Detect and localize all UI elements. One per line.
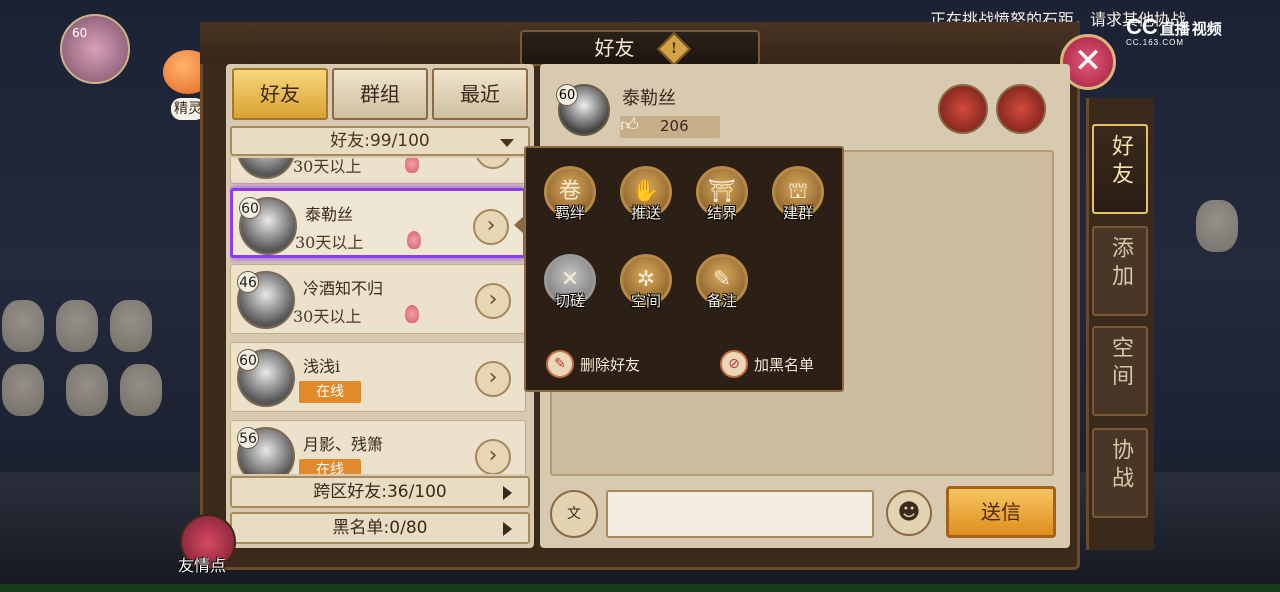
menu-label: 空间: [630, 292, 661, 310]
friend-level: 60: [237, 349, 259, 371]
menu-label: 建群: [782, 204, 813, 222]
friend-detail-button[interactable]: ›: [475, 361, 511, 397]
delete-icon: ✎: [546, 350, 574, 378]
bg-lantern: [110, 300, 152, 352]
friendship-point-label: 友情点: [178, 556, 227, 575]
menu-label: 备注: [706, 292, 737, 310]
blacklist-label: 黑名单:0/80: [332, 518, 428, 538]
cc-extra: 视频: [1191, 21, 1222, 38]
tab-friends[interactable]: 好友: [232, 68, 328, 120]
friend-name: 浅浅i: [303, 357, 341, 376]
menu-label: 羁绊: [554, 204, 585, 222]
tab-groups[interactable]: 群组: [332, 68, 428, 120]
gift-bag-icon[interactable]: [938, 84, 988, 134]
side-tab-friends[interactable]: 好友: [1092, 124, 1148, 214]
gift-bag-icon[interactable]: [996, 84, 1046, 134]
emoji-button[interactable]: ☻: [886, 490, 932, 536]
friend-level: 56: [237, 427, 259, 449]
side-tab-label: 空间: [1108, 336, 1133, 392]
friend-list[interactable]: 30天以上 › 60 泰勒丝 30天以上 › 46 冷酒知不归 30天以上 › …: [230, 158, 528, 474]
player-level: 60: [72, 26, 88, 40]
bottom-strip: [0, 584, 1280, 592]
friend-level: 46: [237, 271, 259, 293]
menu-barrier[interactable]: ⛩ 结界: [692, 166, 752, 236]
friend-status: 30天以上: [293, 158, 362, 176]
friend-group-label: 好友:99/100: [330, 131, 430, 151]
friend-group-dropdown[interactable]: 好友:99/100: [230, 126, 530, 156]
friend-name: 冷酒知不归: [303, 279, 384, 298]
cross-server-label: 跨区好友:36/100: [313, 482, 447, 502]
menu-create-group[interactable]: ⛫ 建群: [768, 166, 828, 236]
friend-detail-button[interactable]: ›: [473, 209, 509, 245]
side-tab-label: 协战: [1108, 438, 1133, 494]
send-button[interactable]: 送信: [946, 486, 1056, 538]
menu-bond[interactable]: 卷 羁绊: [540, 166, 600, 236]
friend-name: 月影、残箫: [303, 435, 384, 454]
cc-watermark-logo: CC 直播 视频 CC.163.COM: [1126, 14, 1222, 47]
online-badge: 在线: [299, 459, 361, 474]
side-tab-label: 好友: [1108, 134, 1133, 190]
menu-label: 切磋: [554, 292, 585, 310]
cc-brand: CC: [1126, 14, 1158, 39]
chat-friend-name: 泰勒丝: [622, 88, 676, 109]
friend-row[interactable]: 56 月影、残箫 在线 ›: [230, 420, 526, 474]
side-tab-coop[interactable]: 协战: [1092, 428, 1148, 518]
bg-lantern: [120, 364, 162, 416]
cc-domain: CC.163.COM: [1126, 38, 1185, 47]
popup-pointer: [514, 216, 524, 234]
menu-note[interactable]: ✎ 备注: [692, 254, 752, 324]
flower-icon: [407, 231, 421, 249]
chevron-right-icon: [503, 522, 512, 536]
block-icon: ⊘: [720, 350, 748, 378]
friend-row-selected[interactable]: 60 泰勒丝 30天以上 ›: [230, 188, 526, 258]
chevron-right-icon: [503, 486, 512, 500]
friend-row[interactable]: 30天以上 ›: [230, 158, 526, 184]
like-count: 206: [660, 117, 689, 135]
side-tab-label: 添加: [1108, 236, 1133, 292]
panel-title: 好友: [594, 36, 635, 60]
friend-name: 泰勒丝: [305, 205, 354, 224]
tab-recent[interactable]: 最近: [432, 68, 528, 120]
friend-row[interactable]: 60 浅浅i 在线 ›: [230, 342, 526, 412]
menu-space[interactable]: ✲ 空间: [616, 254, 676, 324]
friend-row[interactable]: 46 冷酒知不归 30天以上 ›: [230, 264, 526, 334]
flower-icon: [405, 158, 419, 173]
bg-lantern: [66, 364, 108, 416]
friend-level: 60: [239, 197, 261, 219]
menu-push[interactable]: ✋ 推送: [616, 166, 676, 236]
friend-detail-button[interactable]: ›: [475, 283, 511, 319]
friend-status: 30天以上: [295, 233, 364, 252]
chevron-down-icon: [500, 139, 514, 147]
friend-avatar: [237, 158, 295, 179]
add-blacklist-label: 加黑名单: [754, 356, 815, 374]
voice-input-button[interactable]: 文: [550, 490, 598, 538]
menu-label: 结界: [706, 204, 737, 222]
player-avatar[interactable]: 60: [60, 14, 130, 84]
friend-status: 30天以上: [293, 307, 362, 326]
chat-friend-level: 60: [556, 84, 578, 106]
online-badge: 在线: [299, 381, 361, 403]
menu-label: 推送: [630, 204, 661, 222]
bg-lantern: [1196, 200, 1238, 252]
cross-server-friends-button[interactable]: 跨区好友:36/100: [230, 476, 530, 508]
side-tab-add[interactable]: 添加: [1092, 226, 1148, 316]
bg-lantern: [2, 364, 44, 416]
flower-icon: [405, 305, 419, 323]
voice-text-toggle: 文: [567, 506, 581, 522]
panel-title-tab: 好友 !: [520, 30, 760, 66]
bg-lantern: [2, 300, 44, 352]
thumbs-up-icon[interactable]: 👍︎: [620, 114, 639, 136]
bg-lantern: [56, 300, 98, 352]
menu-duel[interactable]: ✕ 切磋: [540, 254, 600, 324]
blacklist-button[interactable]: 黑名单:0/80: [230, 512, 530, 544]
side-tab-space[interactable]: 空间: [1092, 326, 1148, 416]
friend-detail-button[interactable]: ›: [475, 158, 511, 169]
warning-icon[interactable]: !: [656, 31, 691, 66]
cc-badge: 直播: [1159, 21, 1190, 38]
chat-input[interactable]: [606, 490, 874, 538]
delete-friend-label: 删除好友: [580, 356, 641, 374]
friend-detail-button[interactable]: ›: [475, 439, 511, 474]
friend-tabs: 好友 群组 最近: [232, 68, 532, 120]
